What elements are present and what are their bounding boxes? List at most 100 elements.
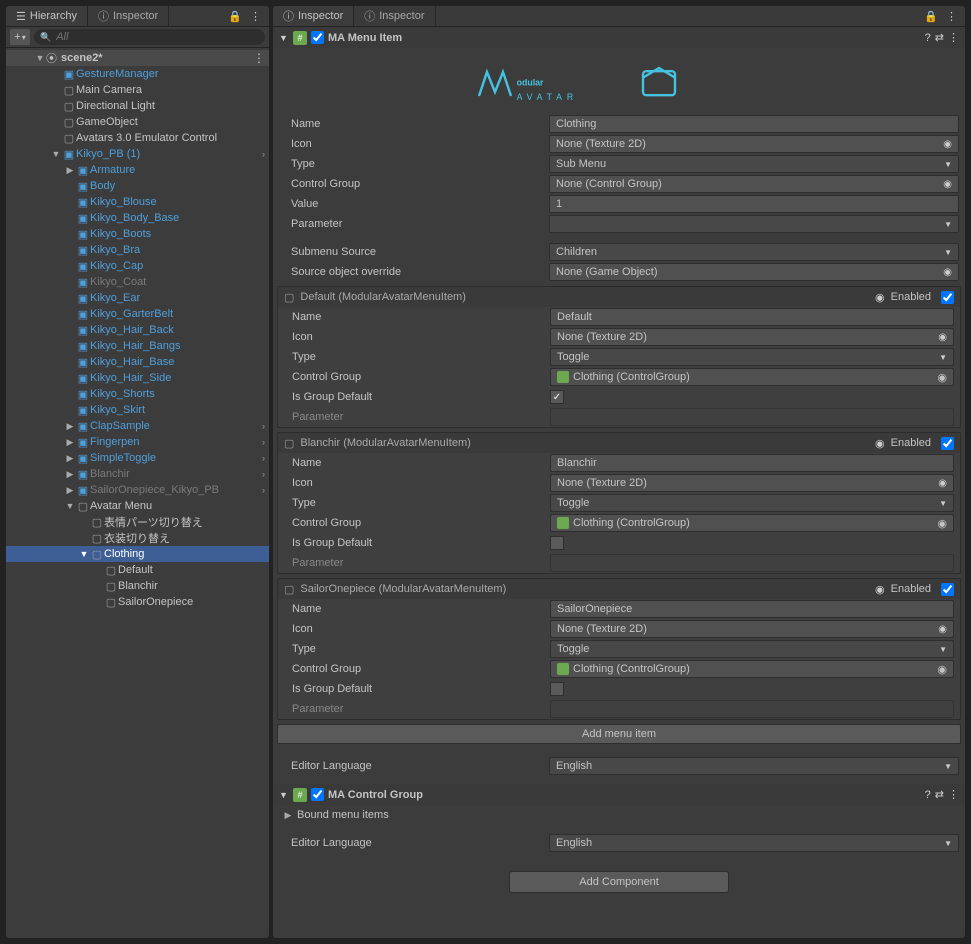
tree-node[interactable]: ▶▣Kikyo_Ear xyxy=(6,290,269,306)
controlgroup-field[interactable]: Clothing (ControlGroup)◉ xyxy=(550,660,954,678)
tree-node[interactable]: ▶▢Default xyxy=(6,562,269,578)
tree-node[interactable]: ▶▢Directional Light xyxy=(6,98,269,114)
tree-node[interactable]: ▶▣Body xyxy=(6,178,269,194)
editor-lang-dropdown[interactable]: English▼ xyxy=(549,757,959,775)
object-picker-icon[interactable]: ◉ xyxy=(875,291,885,304)
tree-node[interactable]: ▶▣Fingerpen› xyxy=(6,434,269,450)
tree-node[interactable]: ▼▢Avatar Menu xyxy=(6,498,269,514)
foldout-icon[interactable]: ▼ xyxy=(279,790,289,800)
is-default-checkbox[interactable] xyxy=(550,536,564,550)
component-header-controlgroup[interactable]: ▼ # MA Control Group ? ⇄ ⋮ xyxy=(273,784,965,805)
foldout-icon[interactable]: ▼ xyxy=(50,149,62,159)
foldout-icon[interactable]: ▶ xyxy=(64,437,76,448)
controlgroup-field[interactable]: None (Control Group)◉ xyxy=(549,175,959,193)
tree-node[interactable]: ▶▣Kikyo_Body_Base xyxy=(6,210,269,226)
tree-node[interactable]: ▶▣Kikyo_Hair_Base xyxy=(6,354,269,370)
object-picker-icon[interactable]: ◉ xyxy=(938,478,947,489)
tree-node[interactable]: ▶▣Kikyo_Boots xyxy=(6,226,269,242)
foldout-icon[interactable]: ▶ xyxy=(64,469,76,480)
add-component-button[interactable]: Add Component xyxy=(509,871,729,893)
type-dropdown[interactable]: Toggle▼ xyxy=(550,640,954,658)
tree-node[interactable]: ▶▣Kikyo_Shorts xyxy=(6,386,269,402)
tree-node[interactable]: ▶▢Blanchir xyxy=(6,578,269,594)
tree-node[interactable]: ▶▣SailorOnepiece_Kikyo_PB› xyxy=(6,482,269,498)
preset-icon[interactable]: ⇄ xyxy=(935,31,944,44)
menu-icon[interactable]: ⋮ xyxy=(253,51,265,65)
tree-node[interactable]: ▶▣Armature xyxy=(6,162,269,178)
object-picker-icon[interactable]: ◉ xyxy=(937,663,947,676)
menu-icon[interactable]: ⋮ xyxy=(948,788,959,801)
tree-node[interactable]: ▶▢Avatars 3.0 Emulator Control xyxy=(6,130,269,146)
tree-node[interactable]: ▶▣Kikyo_Skirt xyxy=(6,402,269,418)
parameter-dropdown[interactable]: ▼ xyxy=(549,215,959,233)
help-icon[interactable]: ? xyxy=(925,789,931,801)
object-picker-icon[interactable]: ◉ xyxy=(937,371,947,384)
menu-icon[interactable]: ⋮ xyxy=(946,10,957,23)
add-button[interactable]: +▾ xyxy=(10,29,30,45)
object-picker-icon[interactable]: ◉ xyxy=(938,332,947,343)
is-default-checkbox[interactable] xyxy=(550,682,564,696)
object-picker-icon[interactable]: ◉ xyxy=(937,517,947,530)
foldout-icon[interactable]: ▼ xyxy=(64,501,76,511)
type-dropdown[interactable]: Toggle▼ xyxy=(550,494,954,512)
foldout-icon[interactable]: ▶ xyxy=(283,810,293,821)
foldout-icon[interactable]: ▶ xyxy=(64,485,76,496)
search-input[interactable] xyxy=(54,30,259,44)
tree-node[interactable]: ▶▣GestureManager xyxy=(6,66,269,82)
tab-inspector-ghost[interactable]: ⓘ Inspector xyxy=(88,6,169,26)
object-picker-icon[interactable]: ◉ xyxy=(943,267,952,278)
tree-node[interactable]: ▶▢GameObject xyxy=(6,114,269,130)
is-default-checkbox[interactable] xyxy=(550,390,564,404)
open-prefab-icon[interactable]: › xyxy=(262,453,265,463)
icon-field[interactable]: None (Texture 2D)◉ xyxy=(550,328,954,346)
name-input[interactable]: Clothing xyxy=(549,115,959,133)
submenu-source-dropdown[interactable]: Children▼ xyxy=(549,243,959,261)
open-prefab-icon[interactable]: › xyxy=(262,469,265,479)
tree-node[interactable]: ▶▣Kikyo_Bra xyxy=(6,242,269,258)
tree-node[interactable]: ▶▣Kikyo_Hair_Back xyxy=(6,322,269,338)
foldout-icon[interactable]: ▼ xyxy=(34,53,46,63)
tree-node[interactable]: ▶▣Kikyo_Hair_Side xyxy=(6,370,269,386)
tree-node[interactable]: ▶▣ClapSample› xyxy=(6,418,269,434)
scene-row[interactable]: ▼⦿scene2*⋮ xyxy=(6,50,269,66)
source-object-field[interactable]: None (Game Object)◉ xyxy=(549,263,959,281)
hierarchy-tree[interactable]: ▼⦿scene2*⋮▶▣GestureManager▶▢Main Camera▶… xyxy=(6,48,269,938)
object-picker-icon[interactable]: ◉ xyxy=(875,583,885,596)
tree-node[interactable]: ▶▢Main Camera xyxy=(6,82,269,98)
foldout-icon[interactable]: ▶ xyxy=(64,453,76,464)
menu-item-header[interactable]: ▢Default (ModularAvatarMenuItem)◉Enabled xyxy=(278,287,960,307)
foldout-icon[interactable]: ▶ xyxy=(64,421,76,432)
component-enabled-checkbox[interactable] xyxy=(311,788,324,801)
menu-icon[interactable]: ⋮ xyxy=(948,31,959,44)
open-prefab-icon[interactable]: › xyxy=(262,149,265,159)
controlgroup-field[interactable]: Clothing (ControlGroup)◉ xyxy=(550,368,954,386)
enabled-checkbox[interactable] xyxy=(941,437,954,450)
icon-field[interactable]: None (Texture 2D)◉ xyxy=(550,474,954,492)
controlgroup-field[interactable]: Clothing (ControlGroup)◉ xyxy=(550,514,954,532)
tree-node[interactable]: ▶▣Kikyo_GarterBelt xyxy=(6,306,269,322)
preset-icon[interactable]: ⇄ xyxy=(935,788,944,801)
name-input[interactable]: Default xyxy=(550,308,954,326)
object-picker-icon[interactable]: ◉ xyxy=(943,179,952,190)
menu-item-header[interactable]: ▢Blanchir (ModularAvatarMenuItem)◉Enable… xyxy=(278,433,960,453)
tree-node[interactable]: ▶▣Kikyo_Cap xyxy=(6,258,269,274)
tree-node[interactable]: ▼▣Kikyo_PB (1)› xyxy=(6,146,269,162)
object-picker-icon[interactable]: ◉ xyxy=(943,139,952,150)
tree-node[interactable]: ▶▣Kikyo_Coat xyxy=(6,274,269,290)
tab-inspector-2[interactable]: ⓘ Inspector xyxy=(354,6,435,26)
tree-node[interactable]: ▶▣SimpleToggle› xyxy=(6,450,269,466)
component-enabled-checkbox[interactable] xyxy=(311,31,324,44)
menu-item-header[interactable]: ▢SailorOnepiece (ModularAvatarMenuItem)◉… xyxy=(278,579,960,599)
foldout-icon[interactable]: ▼ xyxy=(279,33,289,43)
tab-inspector-1[interactable]: ⓘ Inspector xyxy=(273,6,354,26)
foldout-icon[interactable]: ▼ xyxy=(78,549,90,559)
name-input[interactable]: Blanchir xyxy=(550,454,954,472)
icon-field[interactable]: None (Texture 2D)◉ xyxy=(549,135,959,153)
tree-node[interactable]: ▶▢表情パーツ切り替え xyxy=(6,514,269,530)
tree-node[interactable]: ▶▢衣装切り替え xyxy=(6,530,269,546)
enabled-checkbox[interactable] xyxy=(941,291,954,304)
icon-field[interactable]: None (Texture 2D)◉ xyxy=(550,620,954,638)
add-menu-item-button[interactable]: Add menu item xyxy=(277,724,961,744)
component-header-menuitem[interactable]: ▼ # MA Menu Item ? ⇄ ⋮ xyxy=(273,27,965,48)
tree-node[interactable]: ▼▢Clothing xyxy=(6,546,269,562)
